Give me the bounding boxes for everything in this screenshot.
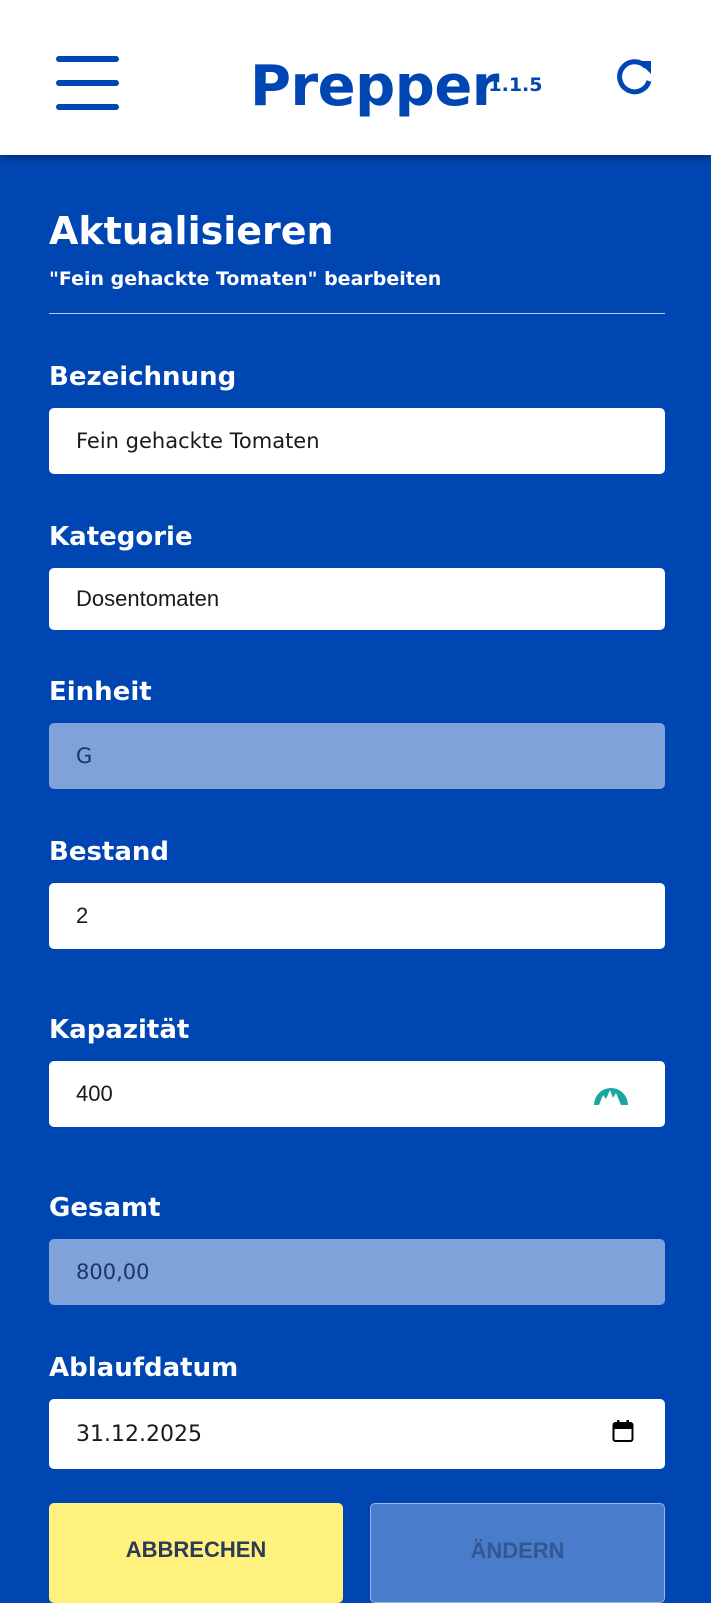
page-title: Aktualisieren xyxy=(49,209,334,253)
gesamt-value: 800,00 xyxy=(76,1260,150,1284)
einheit-label: Einheit xyxy=(49,677,152,707)
change-button[interactable]: ÄNDERN xyxy=(370,1503,665,1603)
page-subtitle: "Fein gehackte Tomaten" bearbeiten xyxy=(49,268,442,290)
bestand-label: Bestand xyxy=(49,837,170,867)
einheit-value: G xyxy=(76,744,93,768)
gesamt-input: 800,00 xyxy=(49,1239,665,1305)
calendar-icon[interactable] xyxy=(612,1419,634,1449)
kategorie-select[interactable]: Dosentomaten xyxy=(49,568,665,630)
bezeichnung-input[interactable]: Fein gehackte Tomaten xyxy=(49,408,665,474)
ablaufdatum-label: Ablaufdatum xyxy=(49,1353,239,1383)
cancel-button[interactable]: ABBRECHEN xyxy=(49,1503,343,1603)
app-version: v1.1.5 xyxy=(476,74,543,96)
einheit-input: G xyxy=(49,723,665,789)
heading-divider xyxy=(49,313,665,314)
kapazitaet-value: 400 xyxy=(76,1081,113,1106)
kapazitaet-input[interactable]: 400 xyxy=(49,1061,665,1127)
bestand-input[interactable]: 2 xyxy=(49,883,665,949)
hamburger-menu-icon[interactable] xyxy=(56,56,120,112)
kategorie-value: Dosentomaten xyxy=(76,586,220,611)
bestand-value: 2 xyxy=(76,903,89,928)
ablaufdatum-value: 31.12.2025 xyxy=(76,1421,202,1447)
ablaufdatum-input[interactable]: 31.12.2025 xyxy=(49,1399,665,1469)
app-title: Prepper xyxy=(250,54,499,119)
bezeichnung-value: Fein gehackte Tomaten xyxy=(76,429,320,453)
gesamt-label: Gesamt xyxy=(49,1193,161,1223)
app-header: Prepper v1.1.5 xyxy=(0,0,711,155)
bezeichnung-label: Bezeichnung xyxy=(49,362,237,392)
mountain-badge-icon[interactable] xyxy=(593,1075,629,1113)
kapazitaet-label: Kapazität xyxy=(49,1015,190,1045)
refresh-icon[interactable] xyxy=(614,57,656,99)
kategorie-label: Kategorie xyxy=(49,522,193,552)
